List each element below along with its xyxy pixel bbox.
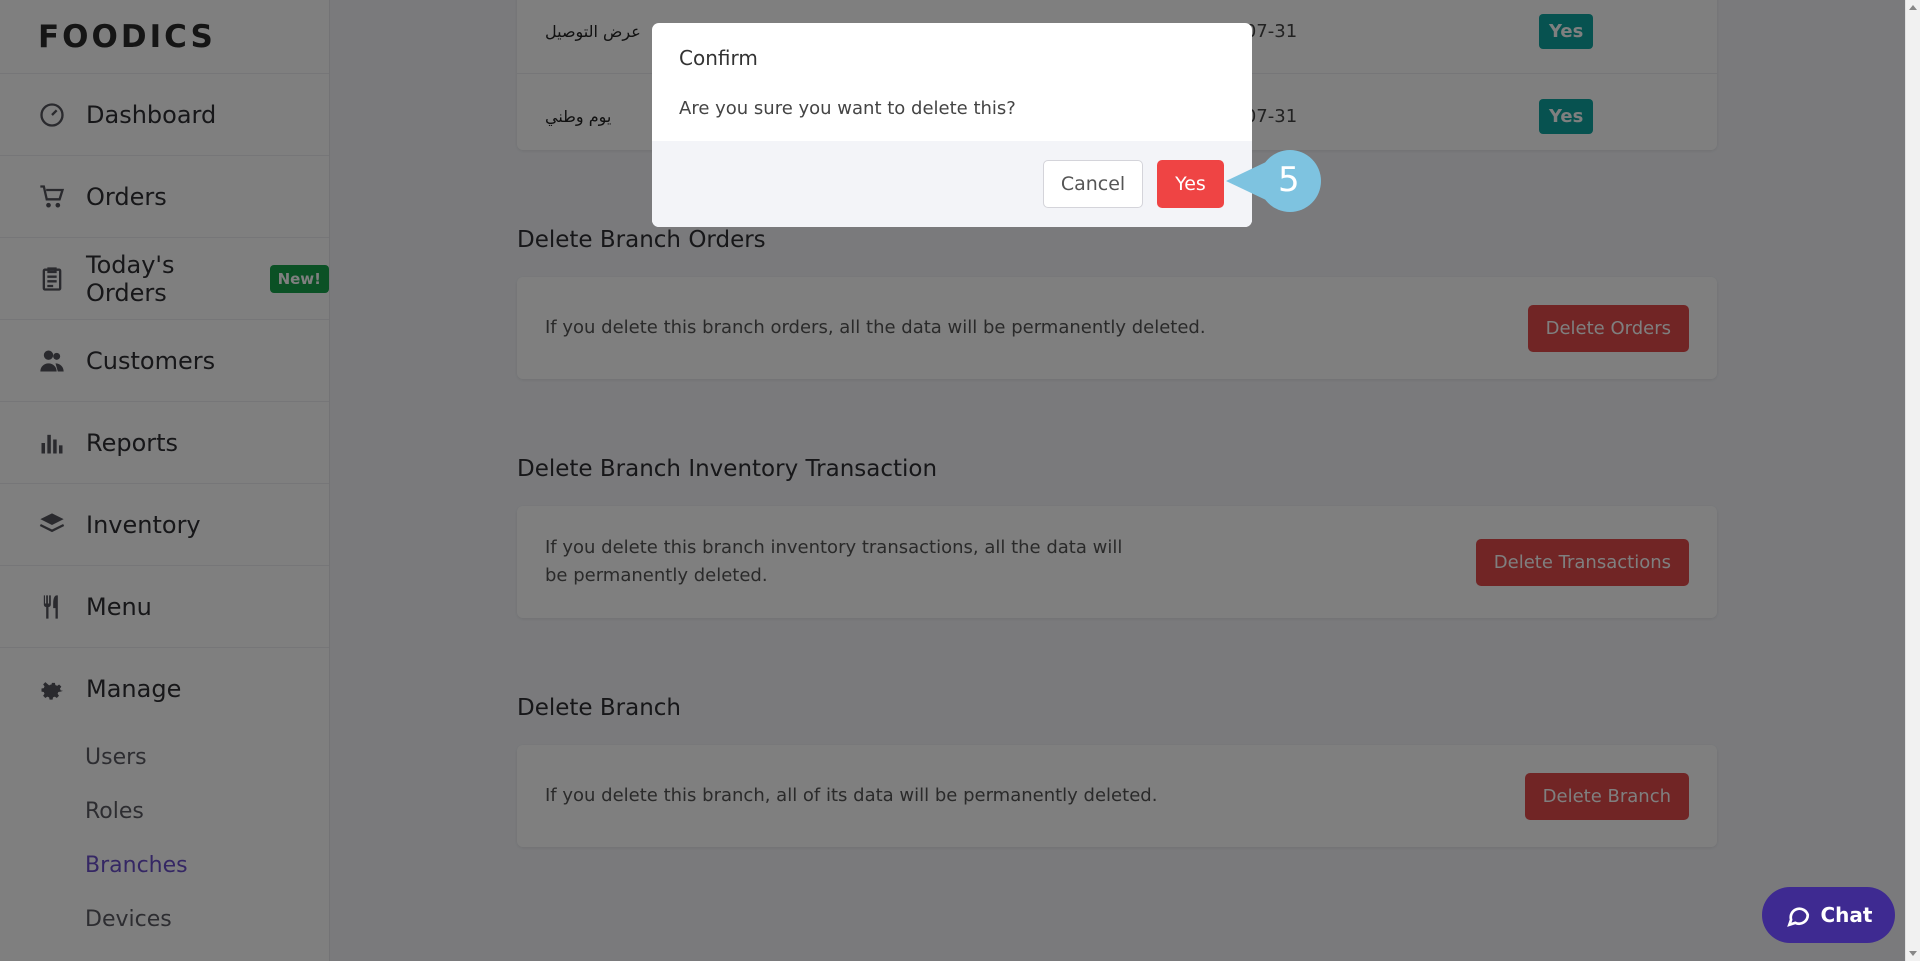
step-marker: 5: [1226, 150, 1322, 212]
cancel-button[interactable]: Cancel: [1043, 160, 1143, 208]
chat-label: Chat: [1820, 903, 1873, 927]
dialog-footer: Cancel Yes: [652, 141, 1252, 227]
dialog-title: Confirm: [679, 46, 758, 70]
chat-bubble-icon: [1786, 907, 1809, 927]
confirm-dialog: Confirm Are you sure you want to delete …: [652, 23, 1252, 227]
scrollbar[interactable]: [1905, 0, 1920, 961]
yes-button[interactable]: Yes: [1157, 160, 1224, 208]
chat-button[interactable]: Chat: [1762, 887, 1895, 943]
scroll-up-icon[interactable]: [1909, 5, 1917, 10]
step-number: 5: [1278, 160, 1300, 200]
dialog-message: Are you sure you want to delete this?: [679, 98, 1016, 119]
scroll-down-icon[interactable]: [1909, 951, 1917, 956]
